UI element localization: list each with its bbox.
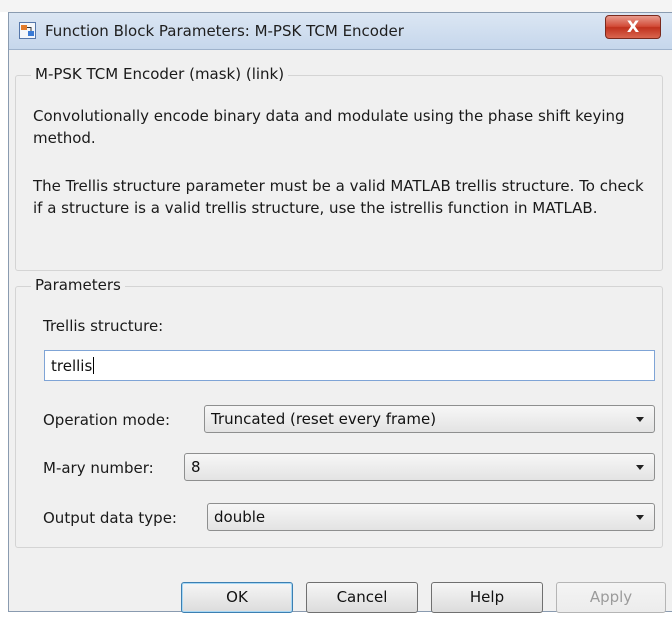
trellis-structure-label: Trellis structure:	[43, 317, 164, 335]
output-data-type-value: double	[214, 508, 266, 526]
cancel-button[interactable]: Cancel	[306, 582, 418, 613]
mary-number-label: M-ary number:	[43, 459, 154, 477]
chevron-down-icon	[636, 515, 644, 520]
mask-description-1: Convolutionally encode binary data and m…	[33, 107, 625, 147]
mary-number-select[interactable]: 8	[184, 453, 655, 481]
close-icon: X	[626, 17, 640, 36]
function-block-parameters-dialog: Function Block Parameters: M-PSK TCM Enc…	[8, 12, 672, 613]
output-data-type-label: Output data type:	[43, 509, 177, 527]
text-caret	[93, 357, 95, 374]
chevron-down-icon	[636, 465, 644, 470]
parameters-group-legend: Parameters	[31, 276, 125, 294]
chevron-down-icon	[636, 417, 644, 422]
help-button[interactable]: Help	[431, 582, 543, 613]
operation-mode-value: Truncated (reset every frame)	[211, 410, 437, 428]
operation-mode-select[interactable]: Truncated (reset every frame)	[204, 405, 655, 433]
trellis-structure-input[interactable]: trellis	[44, 350, 655, 381]
window-title: Function Block Parameters: M-PSK TCM Enc…	[45, 22, 404, 40]
close-button[interactable]: X	[605, 15, 661, 39]
background-edge	[0, 12, 8, 612]
title-bar[interactable]: Function Block Parameters: M-PSK TCM Enc…	[9, 13, 672, 50]
trellis-structure-value: trellis	[51, 357, 93, 375]
mask-description-2: The Trellis structure parameter must be …	[33, 177, 644, 217]
mask-group-legend: M-PSK TCM Encoder (mask) (link)	[31, 65, 289, 83]
output-data-type-select[interactable]: double	[207, 503, 655, 531]
ok-button[interactable]: OK	[181, 582, 293, 613]
mary-number-value: 8	[191, 458, 201, 476]
operation-mode-label: Operation mode:	[43, 411, 171, 429]
simulink-block-icon	[19, 22, 36, 39]
apply-button[interactable]: Apply	[556, 582, 666, 613]
